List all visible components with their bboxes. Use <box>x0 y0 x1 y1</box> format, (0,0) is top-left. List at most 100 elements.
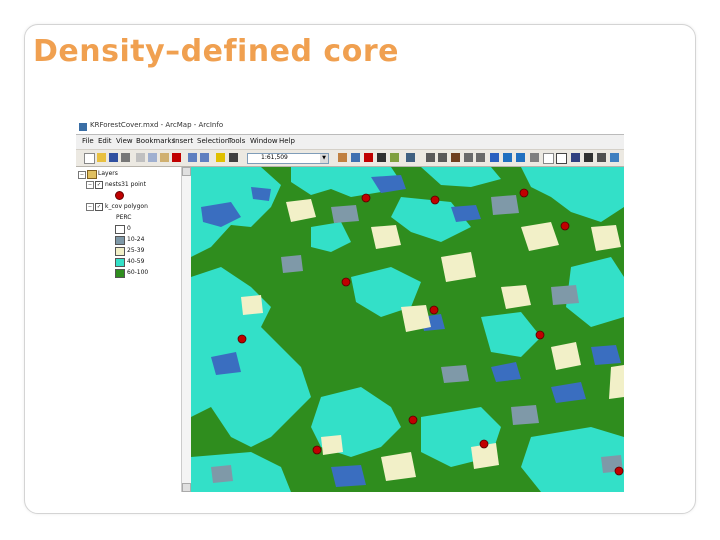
help-pointer-icon[interactable] <box>406 153 415 162</box>
toc-layer-nests[interactable]: nests31 point <box>105 181 146 188</box>
redo-icon[interactable] <box>200 153 209 162</box>
map-patch-light-forest <box>371 225 401 249</box>
legend-label-4: 60-100 <box>127 269 149 276</box>
map-patch-sparse <box>441 365 469 383</box>
nest-point-marker <box>614 466 624 476</box>
table-of-contents-icon[interactable] <box>351 153 360 162</box>
pan-icon[interactable] <box>451 153 460 162</box>
map-patch-light-forest <box>241 295 263 315</box>
save-icon[interactable] <box>109 153 118 162</box>
add-data-icon[interactable] <box>216 153 225 162</box>
map-patch-light-forest <box>501 285 531 309</box>
print-icon[interactable] <box>121 153 130 162</box>
menu-insert[interactable]: Insert <box>173 137 193 145</box>
map-patch-light-forest <box>551 342 581 370</box>
menu-edit[interactable]: Edit <box>98 137 112 145</box>
hyperlink-icon[interactable] <box>610 153 619 162</box>
map-patch-sparse <box>281 255 303 273</box>
scroll-up-icon[interactable] <box>182 167 191 176</box>
cut-icon[interactable] <box>136 153 145 162</box>
legend-label-2: 25-39 <box>127 247 145 254</box>
select-features-icon[interactable] <box>530 153 539 162</box>
table-of-contents: − Layers − ✓ nests31 point − ✓ k_cov pol… <box>76 167 192 492</box>
fixed-zoom-in-icon[interactable] <box>464 153 473 162</box>
paste-icon[interactable] <box>160 153 169 162</box>
editor-toolbar-icon[interactable] <box>338 153 347 162</box>
legend-swatch-0 <box>115 225 125 234</box>
legend-swatch-4 <box>115 269 125 278</box>
model-builder-icon[interactable] <box>390 153 399 162</box>
open-folder-icon[interactable] <box>97 153 106 162</box>
toc-field-label: PERC <box>116 214 132 221</box>
window-title: KRForestCover.mxd - ArcMap - ArcInfo <box>90 121 224 129</box>
find-icon[interactable] <box>584 153 593 162</box>
nest-point-marker <box>429 305 439 315</box>
fixed-zoom-out-icon[interactable] <box>476 153 485 162</box>
collapse-nests-layer-icon[interactable]: − <box>86 181 94 189</box>
nest-point-marker <box>430 195 440 205</box>
nest-point-marker <box>560 221 570 231</box>
map-patch-sparse <box>491 195 519 215</box>
python-window-icon[interactable] <box>377 153 386 162</box>
map-patch-water <box>331 465 366 487</box>
map-patch-light-forest <box>591 225 621 251</box>
legend-label-0: 0 <box>127 225 131 232</box>
legend-swatch-2 <box>115 247 125 256</box>
map-patch-water <box>591 345 621 365</box>
menu-window[interactable]: Window <box>250 137 278 145</box>
legend-label-3: 40-59 <box>127 258 145 265</box>
menubar: File Edit View Bookmarks Insert Selectio… <box>76 135 624 149</box>
measure-icon[interactable] <box>597 153 606 162</box>
forward-extent-icon[interactable] <box>516 153 525 162</box>
menu-file[interactable]: File <box>82 137 94 145</box>
menu-help[interactable]: Help <box>279 137 295 145</box>
menu-view[interactable]: View <box>116 137 133 145</box>
clear-selection-icon[interactable] <box>543 153 554 164</box>
zoom-out-icon[interactable] <box>438 153 447 162</box>
new-document-icon[interactable] <box>84 153 95 164</box>
menu-selection[interactable]: Selection <box>197 137 229 145</box>
toc-root-label[interactable]: Layers <box>98 170 118 177</box>
map-patch-water <box>451 205 481 222</box>
arcmap-window: KRForestCover.mxd - ArcMap - ArcInfo Fil… <box>76 120 624 492</box>
nest-point-marker <box>535 330 545 340</box>
nest-point-marker <box>341 277 351 287</box>
arctoolbox-icon[interactable] <box>364 153 373 162</box>
map-patch-light-forest <box>381 452 416 481</box>
map-tips-icon[interactable] <box>229 153 238 162</box>
collapse-layers-icon[interactable]: − <box>78 171 86 179</box>
map-patch-sparse <box>551 285 579 305</box>
nest-point-symbol <box>115 191 124 200</box>
identify-icon[interactable] <box>571 153 580 162</box>
map-scale-value: 1:61,509 <box>261 154 288 161</box>
copy-icon[interactable] <box>148 153 157 162</box>
zoom-in-icon[interactable] <box>426 153 435 162</box>
layers-folder-icon <box>87 170 97 179</box>
collapse-cover-layer-icon[interactable]: − <box>86 203 94 211</box>
menu-tools[interactable]: Tools <box>228 137 245 145</box>
map-scale-dropdown[interactable]: 1:61,509 ▼ <box>247 153 329 164</box>
standard-toolbar: 1:61,509 ▼ <box>76 150 624 167</box>
menu-bookmarks[interactable]: Bookmarks <box>136 137 175 145</box>
legend-label-1: 10-24 <box>127 236 145 243</box>
map-patch-sparse <box>211 465 233 483</box>
delete-icon[interactable] <box>172 153 181 162</box>
chevron-down-icon[interactable]: ▼ <box>320 154 328 163</box>
legend-swatch-1 <box>115 236 125 245</box>
toc-scrollbar[interactable] <box>181 167 191 492</box>
undo-icon[interactable] <box>188 153 197 162</box>
select-elements-icon[interactable] <box>556 153 567 164</box>
toc-layer-cover[interactable]: k_cov polygon <box>105 203 148 210</box>
nest-point-marker <box>479 439 489 449</box>
back-extent-icon[interactable] <box>503 153 512 162</box>
map-display[interactable] <box>191 167 624 492</box>
cover-layer-checkbox[interactable]: ✓ <box>95 203 103 211</box>
scroll-down-icon[interactable] <box>182 483 191 492</box>
nest-point-marker <box>312 445 322 455</box>
nest-point-marker <box>237 334 247 344</box>
map-patch-light-forest <box>321 435 343 455</box>
full-extent-icon[interactable] <box>490 153 499 162</box>
nests-layer-checkbox[interactable]: ✓ <box>95 181 103 189</box>
nest-point-marker <box>361 193 371 203</box>
nest-point-marker <box>408 415 418 425</box>
